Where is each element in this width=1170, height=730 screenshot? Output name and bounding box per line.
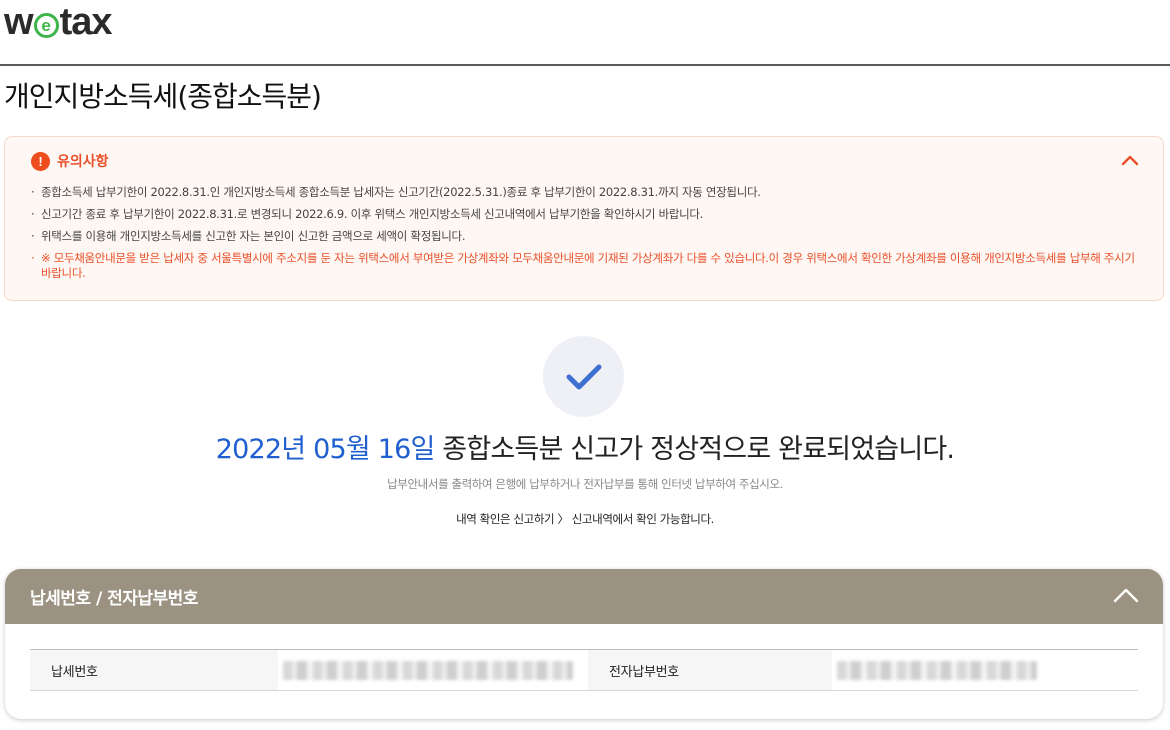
notice-item: 신고기간 종료 후 납부기한이 2022.8.31.로 변경되니 2022.6.…: [31, 207, 1141, 222]
panel-title: 납세번호 / 전자납부번호: [30, 589, 198, 609]
logo-e-circle: e: [33, 12, 59, 38]
notice-item-warning: ※ 모두채움안내문을 받은 납세자 중 서울특별시에 주소지를 둔 자는 위택스…: [31, 251, 1141, 281]
tax-number-label: 납세번호: [30, 650, 278, 690]
check-circle: [543, 336, 624, 417]
tax-number-table: 납세번호 전자납부번호: [30, 649, 1138, 691]
e-payment-number-value: [832, 650, 1138, 690]
exclamation-icon: !: [31, 151, 50, 171]
notice-header[interactable]: ! 유의사항: [31, 151, 109, 171]
redacted-value: [283, 660, 573, 680]
chevron-up-icon[interactable]: [1121, 153, 1139, 167]
logo-prefix: w: [4, 1, 34, 43]
notice-item: 종합소득세 납부기한이 2022.8.31.인 개인지방소득세 종합소득분 납세…: [31, 185, 1141, 200]
history-guide-text: 내역 확인은 신고하기 〉 신고내역에서 확인 가능합니다.: [456, 512, 714, 526]
e-payment-number-label: 전자납부번호: [588, 650, 832, 690]
panel-header[interactable]: 납세번호 / 전자납부번호: [5, 569, 1163, 624]
tax-number-panel: 납세번호 / 전자납부번호 납세번호 전자납부번호: [5, 569, 1163, 719]
chevron-up-icon[interactable]: [1113, 587, 1139, 603]
tax-number-value: [278, 650, 588, 690]
checkmark-icon: [566, 364, 601, 389]
payment-guide-text: 납부안내서를 출력하여 은행에 납부하거나 전자납부를 통해 인터넷 납부하여 …: [387, 477, 783, 491]
completion-message: 2022년 05월 16일 종합소득분 신고가 정상적으로 완료되었습니다.: [0, 432, 1170, 468]
notice-list: 종합소득세 납부기한이 2022.8.31.인 개인지방소득세 종합소득분 납세…: [31, 185, 1141, 281]
notice-box: ! 유의사항 종합소득세 납부기한이 2022.8.31.인 개인지방소득세 종…: [4, 136, 1164, 301]
site-header: w e tax: [0, 0, 1170, 66]
notice-item: 위택스를 이용해 개인지방소득세를 신고한 자는 본인이 신고한 금액으로 세액…: [31, 229, 1141, 244]
logo-suffix: tax: [59, 1, 113, 43]
completion-text: 종합소득분 신고가 정상적으로 완료되었습니다.: [434, 434, 955, 465]
redacted-value: [837, 660, 1037, 680]
page-title: 개인지방소득세(종합소득분): [4, 80, 322, 113]
wetax-logo[interactable]: w e tax: [4, 1, 113, 43]
notice-title: 유의사항: [57, 154, 109, 170]
completion-date: 2022년 05월 16일: [215, 434, 436, 465]
